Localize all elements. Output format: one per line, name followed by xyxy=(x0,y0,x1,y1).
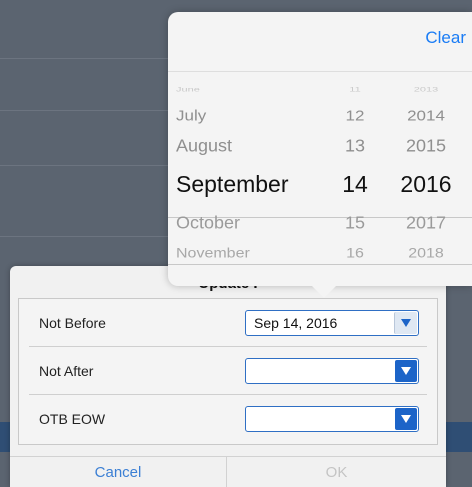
field-row-not-after: Not After xyxy=(19,347,437,395)
picker-year: 2013 xyxy=(413,86,439,94)
chevron-down-icon[interactable] xyxy=(395,408,417,430)
picker-row[interactable]: October 15 2017 xyxy=(168,212,472,235)
picker-year: 2019 xyxy=(398,270,454,272)
picker-month: June xyxy=(176,86,200,94)
picker-day: 12 xyxy=(345,107,365,124)
picker-day: 11 xyxy=(349,86,361,94)
not-before-value: Sep 14, 2016 xyxy=(254,315,338,331)
picker-row[interactable]: November 16 2018 xyxy=(168,244,472,264)
picker-row-selected[interactable]: September 14 2016 xyxy=(168,172,472,196)
picker-day: 15 xyxy=(344,213,366,233)
form-fields: Not Before Sep 14, 2016 Not After OTB EO… xyxy=(18,298,438,445)
chevron-down-icon[interactable] xyxy=(395,360,417,382)
picker-year: 2014 xyxy=(407,107,445,124)
field-row-otb-eow: OTB EOW xyxy=(19,395,437,443)
picker-day: 16 xyxy=(346,246,364,261)
picker-year: 2015 xyxy=(405,136,447,156)
picker-year: 2018 xyxy=(408,246,444,261)
not-after-label: Not After xyxy=(39,363,94,379)
picker-month: December xyxy=(176,270,231,272)
picker-year: 2016 xyxy=(400,171,452,197)
not-after-select[interactable] xyxy=(245,358,419,384)
picker-year: 2017 xyxy=(405,213,447,233)
update-dialog: Update I Not Before Sep 14, 2016 Not Aft… xyxy=(10,266,446,487)
otb-eow-label: OTB EOW xyxy=(39,411,106,427)
picker-month: October xyxy=(176,213,241,233)
picker-month: November xyxy=(176,246,250,261)
not-before-select[interactable]: Sep 14, 2016 xyxy=(245,310,419,336)
chevron-down-icon[interactable] xyxy=(394,312,417,334)
picker-row[interactable]: December 17 2019 xyxy=(168,270,472,272)
picker-day: 14 xyxy=(342,171,368,197)
cancel-button[interactable]: Cancel xyxy=(10,457,226,487)
picker-day: 17 xyxy=(338,270,372,272)
picker-day: 13 xyxy=(344,136,366,156)
picker-month: September xyxy=(176,171,289,197)
picker-row[interactable]: August 13 2015 xyxy=(168,135,472,158)
date-picker-popover: Clear June 11 2013 July 12 2014 August 13 2015 Se… xyxy=(168,12,472,286)
picker-row[interactable]: June 11 2013 xyxy=(168,83,472,96)
popover-arrow xyxy=(310,284,338,298)
date-picker-wheel[interactable]: June 11 2013 July 12 2014 August 13 2015 Septembe… xyxy=(168,72,472,272)
ok-button[interactable]: OK xyxy=(227,457,446,487)
clear-button[interactable]: Clear xyxy=(425,28,466,48)
not-before-label: Not Before xyxy=(39,315,106,331)
dialog-footer: Cancel OK xyxy=(10,456,446,487)
picker-month: August xyxy=(176,136,233,156)
field-row-not-before: Not Before Sep 14, 2016 xyxy=(19,299,437,347)
picker-month: July xyxy=(176,107,207,124)
otb-eow-select[interactable] xyxy=(245,406,419,432)
picker-row[interactable]: July 12 2014 xyxy=(168,106,472,126)
